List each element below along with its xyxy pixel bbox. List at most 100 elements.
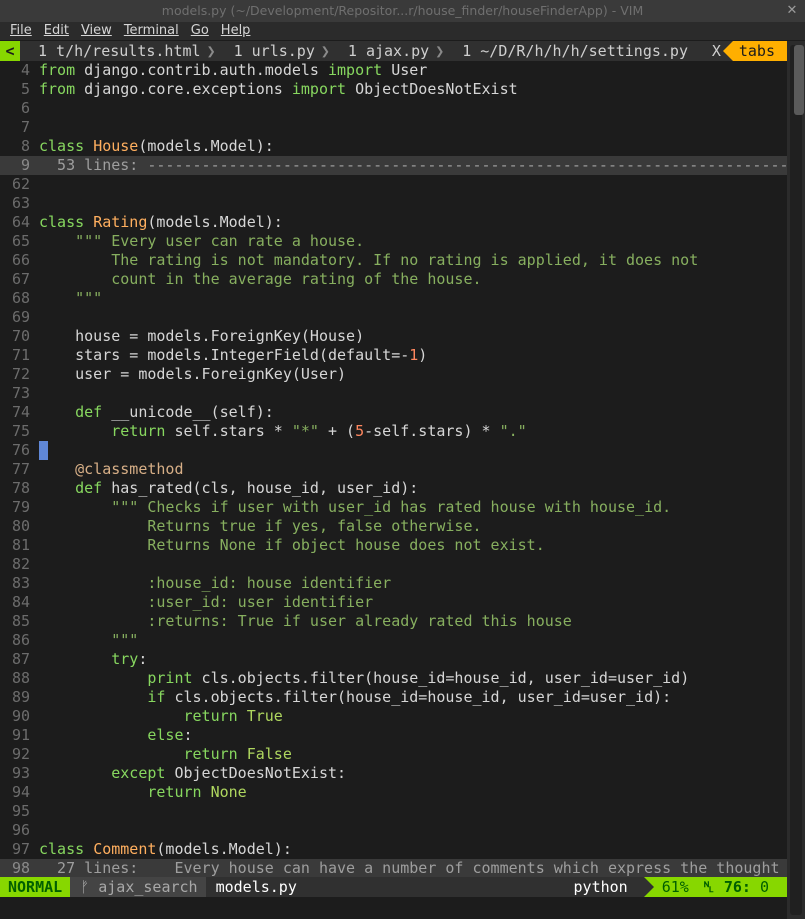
- code-text: class Rating(models.Model):: [39, 213, 283, 231]
- tab-urls-py[interactable]: 1 urls.py: [216, 41, 321, 61]
- code-text: from django.contrib.auth.models import U…: [39, 61, 428, 79]
- tabline-left-indicator[interactable]: <: [0, 41, 20, 61]
- code-line[interactable]: 94 return None: [0, 783, 787, 802]
- code-line[interactable]: 5 from django.core.exceptions import Obje…: [0, 80, 787, 99]
- line-number: 68: [11, 289, 30, 307]
- status-fill: [305, 877, 574, 897]
- code-line[interactable]: 97 class Comment(models.Model):: [0, 840, 787, 859]
- code-line[interactable]: 91 else:: [0, 726, 787, 745]
- code-line[interactable]: 73: [0, 384, 787, 403]
- code-line[interactable]: 92 return False: [0, 745, 787, 764]
- code-line[interactable]: 89 if cls.objects.filter(house_id=house_…: [0, 688, 787, 707]
- code-line[interactable]: 88 print cls.objects.filter(house_id=hou…: [0, 669, 787, 688]
- menu-help[interactable]: Help: [221, 22, 251, 40]
- code-text: :returns: True if user already rated thi…: [39, 612, 572, 630]
- code-line[interactable]: 80 Returns true if yes, false otherwise.: [0, 517, 787, 536]
- code-line[interactable]: 75 return self.stars * "*" + (5-self.sta…: [0, 422, 787, 441]
- code-line[interactable]: 67 count in the average rating of the ho…: [0, 270, 787, 289]
- menu-edit[interactable]: Edit: [44, 22, 69, 40]
- code-line[interactable]: 70 house = models.ForeignKey(House): [0, 327, 787, 346]
- code-line[interactable]: 95: [0, 802, 787, 821]
- code-line[interactable]: 78 def has_rated(cls, house_id, user_id)…: [0, 479, 787, 498]
- code-line[interactable]: 86 """: [0, 631, 787, 650]
- window-controls: ✕: [785, 0, 799, 22]
- code-line[interactable]: 96: [0, 821, 787, 840]
- code-line[interactable]: 8 class House(models.Model):: [0, 137, 787, 156]
- code-text: stars = models.IntegerField(default=-1): [39, 346, 428, 364]
- status-filetype: python: [573, 878, 628, 896]
- code-text: :house_id: house identifier: [39, 574, 392, 592]
- menu-terminal[interactable]: Terminal: [124, 22, 179, 40]
- code-line[interactable]: 64 class Rating(models.Model):: [0, 213, 787, 232]
- code-line[interactable]: 7: [0, 118, 787, 137]
- close-window-icon[interactable]: ✕: [785, 0, 799, 22]
- code-text: user = models.ForeignKey(User): [39, 365, 347, 383]
- tab-ajax-py[interactable]: 1 ajax.py: [330, 41, 435, 61]
- code-line[interactable]: 79 """ Checks if user with user_id has r…: [0, 498, 787, 517]
- status-line: NORMAL ᚠ ajax_search models.py python 61…: [0, 877, 787, 897]
- code-text: return None: [147, 783, 247, 801]
- code-line[interactable]: 4 from django.contrib.auth.models import …: [0, 61, 787, 80]
- line-number: 9: [20, 156, 30, 174]
- folded-code-line[interactable]: 9 53 lines: ----------------------------…: [0, 156, 787, 175]
- window-title: models.py (~/Development/Repositor...r/h…: [161, 3, 644, 18]
- code-line[interactable]: 74 def __unicode__(self):: [0, 403, 787, 422]
- code-line[interactable]: 76: [0, 441, 787, 460]
- code-line[interactable]: 82: [0, 555, 787, 574]
- code-line[interactable]: 71 stars = models.IntegerField(default=-…: [0, 346, 787, 365]
- folded-code-line[interactable]: 98 27 lines: Every house can have a numb…: [0, 859, 787, 877]
- scrollbar-thumb[interactable]: [794, 45, 804, 115]
- code-line[interactable]: 63: [0, 194, 787, 213]
- code-line[interactable]: 62: [0, 175, 787, 194]
- line-number: 87: [11, 650, 30, 668]
- tab-settings-py[interactable]: 1 ~/D/R/h/h/h/settings.py: [444, 41, 694, 61]
- code-line[interactable]: 85 :returns: True if user already rated …: [0, 612, 787, 631]
- code-line[interactable]: 81 Returns None if object house does not…: [0, 536, 787, 555]
- menu-go[interactable]: Go: [191, 22, 209, 40]
- line-number: 74: [11, 403, 30, 421]
- line-number: 66: [11, 251, 30, 269]
- line-number: 85: [11, 612, 30, 630]
- code-line[interactable]: 68 """: [0, 289, 787, 308]
- code-text: house = models.ForeignKey(House): [39, 327, 365, 345]
- code-line[interactable]: 83 :house_id: house identifier: [0, 574, 787, 593]
- tab-results-html[interactable]: 1 t/h/results.html: [20, 41, 207, 61]
- code-line[interactable]: 69: [0, 308, 787, 327]
- code-text: print cls.objects.filter(house_id=house_…: [147, 669, 690, 687]
- code-line[interactable]: 84 :user_id: user identifier: [0, 593, 787, 612]
- line-number: 91: [11, 726, 30, 744]
- line-number: 63: [11, 194, 30, 212]
- status-percent: 61%: [643, 877, 695, 897]
- command-line[interactable]: [0, 897, 787, 919]
- line-number: 94: [11, 783, 30, 801]
- code-line[interactable]: 6: [0, 99, 787, 118]
- menu-view[interactable]: View: [81, 22, 112, 40]
- line-number: 70: [11, 327, 30, 345]
- code-line[interactable]: 93 except ObjectDoesNotExist:: [0, 764, 787, 783]
- tabs-label: tabs: [722, 41, 787, 61]
- code-line[interactable]: 77 @classmethod: [0, 460, 787, 479]
- line-number: 81: [11, 536, 30, 554]
- code-text: class House(models.Model):: [39, 137, 274, 155]
- line-number: 72: [11, 365, 30, 383]
- line-number: 6: [20, 99, 30, 117]
- scrollbar[interactable]: [787, 41, 805, 919]
- code-line[interactable]: 65 """ Every user can rate a house.: [0, 232, 787, 251]
- code-line[interactable]: 66 The rating is not mandatory. If no ra…: [0, 251, 787, 270]
- editor-buffer[interactable]: 4 from django.contrib.auth.models import …: [0, 61, 787, 877]
- code-line[interactable]: 90 return True: [0, 707, 787, 726]
- menu-file[interactable]: File: [10, 22, 32, 40]
- status-filename: models.py: [215, 878, 297, 896]
- tab-separator: ❯: [320, 42, 330, 60]
- code-text: :user_id: user identifier: [39, 593, 374, 611]
- scrollbar-track[interactable]: [790, 45, 804, 915]
- code-line[interactable]: 72 user = models.ForeignKey(User): [0, 365, 787, 384]
- code-line[interactable]: 87 try:: [0, 650, 787, 669]
- code-text: from django.core.exceptions import Objec…: [39, 80, 518, 98]
